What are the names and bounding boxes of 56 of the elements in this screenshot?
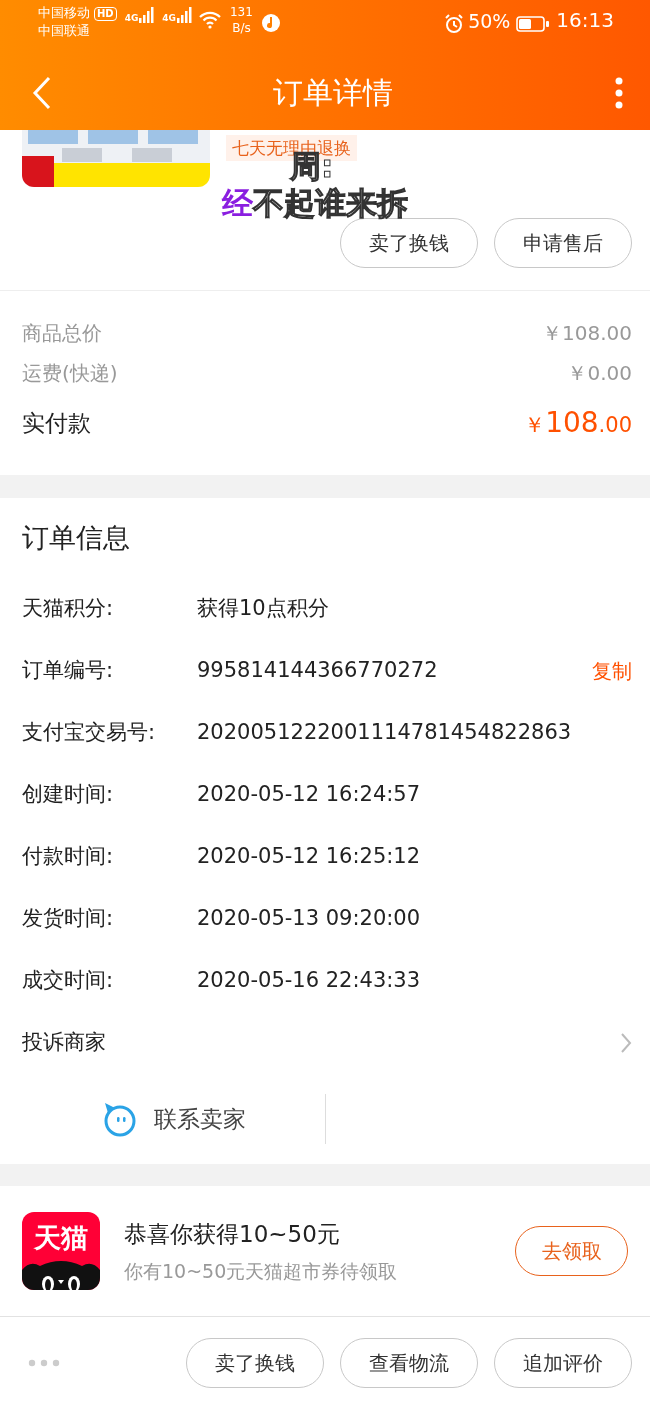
promo-title: 恭喜你获得10~50元 bbox=[124, 1219, 341, 1249]
info-label: 创建时间: bbox=[22, 781, 115, 809]
clock-time: 16:13 bbox=[556, 11, 614, 29]
wifi-icon bbox=[198, 9, 222, 29]
music-icon bbox=[260, 13, 281, 33]
back-button[interactable] bbox=[32, 75, 52, 110]
info-value: 2020-05-13 09:20:00 bbox=[197, 905, 422, 933]
info-value: 2020051222001114781454822863 bbox=[197, 719, 573, 747]
carrier-name: 中国移动 bbox=[38, 4, 90, 22]
section-title: 订单信息 bbox=[22, 520, 130, 555]
price-value: ￥108.00 bbox=[542, 320, 632, 347]
hd-badge: HD bbox=[94, 7, 117, 21]
back-icon bbox=[32, 75, 52, 110]
info-label: 成交时间: bbox=[22, 967, 115, 995]
floating-lyric: 经不起谁来拆 bbox=[222, 185, 408, 221]
action-button[interactable]: 卖了换钱 bbox=[340, 218, 478, 268]
info-label: 支付宝交易号: bbox=[22, 719, 157, 747]
info-value: 2020-05-16 22:43:33 bbox=[197, 967, 422, 995]
page-title: 订单详情 bbox=[273, 74, 393, 112]
carrier-name: 中国联通 bbox=[38, 22, 90, 40]
network-label: 4G bbox=[124, 12, 139, 25]
network-speed: B/s bbox=[232, 20, 251, 36]
action-button[interactable]: 卖了换钱 bbox=[186, 1338, 324, 1388]
promo-subtitle: 你有10~50元天猫超市券待领取 bbox=[124, 1259, 399, 1284]
price-value: ￥0.00 bbox=[567, 360, 632, 387]
action-button[interactable]: 追加评价 bbox=[494, 1338, 632, 1388]
complaint-label: 投诉商家 bbox=[22, 1029, 106, 1057]
complaint-row[interactable]: 投诉商家 bbox=[22, 1012, 632, 1074]
info-label: 天猫积分: bbox=[22, 595, 115, 623]
total-amount: ￥108.00 bbox=[524, 405, 632, 441]
signal-icon bbox=[138, 4, 155, 24]
alarm-icon bbox=[444, 14, 465, 34]
info-value: 获得10点积分 bbox=[197, 595, 330, 623]
action-button[interactable]: 查看物流 bbox=[340, 1338, 478, 1388]
cat-face-icon bbox=[22, 1258, 100, 1290]
signal-icon bbox=[176, 4, 192, 24]
info-value: 2020-05-12 16:25:12 bbox=[197, 843, 422, 871]
total-label: 实付款 bbox=[22, 408, 91, 438]
more-button[interactable] bbox=[614, 75, 624, 110]
chevron-right-icon bbox=[620, 1032, 632, 1054]
price-label: 商品总价 bbox=[22, 320, 102, 347]
action-button[interactable]: 申请售后 bbox=[494, 218, 632, 268]
more-icon bbox=[614, 75, 624, 110]
network-label: 4G bbox=[162, 12, 176, 25]
app-logo: 天猫 bbox=[22, 1212, 100, 1290]
price-label: 运费(快递) bbox=[22, 360, 118, 387]
battery-percent: 50% bbox=[468, 12, 511, 30]
info-value: 2020-05-12 16:24:57 bbox=[197, 781, 422, 809]
info-label: 发货时间: bbox=[22, 905, 115, 933]
info-label: 订单编号: bbox=[22, 657, 115, 685]
info-label: 付款时间: bbox=[22, 843, 115, 871]
info-value: 995814144366770272 bbox=[197, 657, 439, 685]
contact-seller-button[interactable]: 联系卖家 bbox=[22, 1094, 325, 1144]
battery-icon bbox=[516, 15, 551, 33]
more-dots-icon[interactable] bbox=[28, 1359, 60, 1367]
network-speed: 131 bbox=[230, 4, 253, 20]
